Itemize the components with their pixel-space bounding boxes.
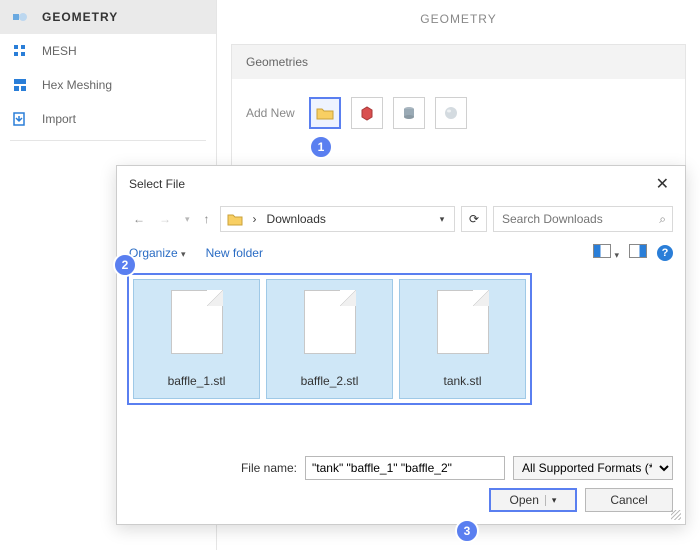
sidebar-item-geometry[interactable]: GEOMETRY bbox=[0, 0, 216, 34]
sidebar-item-label: Hex Meshing bbox=[42, 78, 112, 92]
organize-menu[interactable]: Organize ▾ bbox=[129, 246, 186, 260]
file-name-label: baffle_2.stl bbox=[301, 374, 359, 388]
document-icon bbox=[304, 290, 356, 354]
document-icon bbox=[171, 290, 223, 354]
geometries-header: Geometries bbox=[232, 45, 685, 79]
chevron-down-icon: ▾ bbox=[614, 250, 619, 260]
chevron-down-icon[interactable]: ▾ bbox=[436, 214, 448, 225]
cylinder-icon bbox=[401, 105, 417, 121]
sidebar-item-import[interactable]: Import bbox=[0, 102, 216, 136]
cancel-button[interactable]: Cancel bbox=[585, 488, 673, 512]
filter-select[interactable]: All Supported Formats (*.*) bbox=[513, 456, 673, 480]
document-icon bbox=[437, 290, 489, 354]
sidebar-separator bbox=[10, 140, 206, 141]
geometries-section: Geometries Add New bbox=[231, 44, 686, 170]
callout-1: 1 bbox=[309, 135, 333, 159]
new-folder-button[interactable]: New folder bbox=[206, 246, 263, 260]
file-item[interactable]: baffle_2.stl bbox=[266, 279, 393, 399]
open-button[interactable]: Open▾ bbox=[489, 488, 577, 512]
sidebar-item-label: Import bbox=[42, 112, 76, 126]
sidebar-item-label: GEOMETRY bbox=[42, 10, 118, 24]
file-selection-group: baffle_1.stl baffle_2.stl tank.stl bbox=[127, 273, 532, 405]
sidebar-item-hexmeshing[interactable]: Hex Meshing bbox=[0, 68, 216, 102]
geometry-icon bbox=[12, 9, 28, 25]
sphere-icon bbox=[443, 105, 459, 121]
refresh-icon: ⟳ bbox=[469, 212, 479, 226]
callout-2: 2 bbox=[113, 253, 137, 277]
mesh-icon bbox=[12, 43, 28, 59]
file-item[interactable]: tank.stl bbox=[399, 279, 526, 399]
dialog-title-text: Select File bbox=[129, 177, 185, 191]
nav-back-button[interactable]: ← bbox=[129, 210, 149, 228]
file-name-label: baffle_1.stl bbox=[168, 374, 226, 388]
panel-title: GEOMETRY bbox=[217, 0, 700, 44]
chevron-down-icon[interactable]: ▾ bbox=[545, 495, 557, 506]
sidebar-item-mesh[interactable]: MESH bbox=[0, 34, 216, 68]
view-mode-button[interactable]: ▾ bbox=[593, 244, 619, 261]
hexmesh-icon bbox=[12, 77, 28, 93]
file-dialog: Select File ✕ ← → ▾ ↑ › Downloads ▾ ⟳ ⌕ … bbox=[116, 165, 686, 525]
search-icon: ⌕ bbox=[659, 212, 666, 227]
folder-icon bbox=[227, 212, 243, 226]
chevron-down-icon: ▾ bbox=[181, 249, 186, 259]
sidebar-item-label: MESH bbox=[42, 44, 77, 58]
nav-up-button[interactable]: ↑ bbox=[200, 210, 214, 228]
cube-icon bbox=[359, 105, 375, 121]
folder-icon bbox=[316, 106, 334, 120]
search-input[interactable] bbox=[500, 211, 630, 227]
add-new-label: Add New bbox=[246, 106, 295, 120]
help-icon[interactable]: ? bbox=[657, 245, 673, 261]
filename-label: File name: bbox=[241, 461, 297, 475]
nav-recent-button[interactable]: ▾ bbox=[181, 212, 194, 227]
resize-grip[interactable] bbox=[671, 510, 681, 520]
filename-input[interactable] bbox=[305, 456, 505, 480]
search-input-wrap[interactable]: ⌕ bbox=[493, 206, 673, 232]
import-icon bbox=[12, 111, 28, 127]
add-cylinder-button[interactable] bbox=[393, 97, 425, 129]
add-cube-button[interactable] bbox=[351, 97, 383, 129]
file-item[interactable]: baffle_1.stl bbox=[133, 279, 260, 399]
close-icon[interactable]: ✕ bbox=[652, 174, 673, 194]
callout-3: 3 bbox=[455, 519, 479, 543]
breadcrumb-bar[interactable]: › Downloads ▾ bbox=[220, 206, 455, 232]
nav-forward-button[interactable]: → bbox=[155, 210, 175, 228]
add-sphere-button[interactable] bbox=[435, 97, 467, 129]
refresh-button[interactable]: ⟳ bbox=[461, 206, 487, 232]
breadcrumb-segment[interactable]: Downloads bbox=[267, 212, 326, 226]
file-name-label: tank.stl bbox=[443, 374, 481, 388]
chevron-right-icon[interactable]: › bbox=[249, 212, 261, 226]
add-folder-button[interactable] bbox=[309, 97, 341, 129]
file-list[interactable]: baffle_1.stl baffle_2.stl tank.stl bbox=[127, 273, 675, 405]
preview-pane-button[interactable] bbox=[629, 244, 647, 261]
